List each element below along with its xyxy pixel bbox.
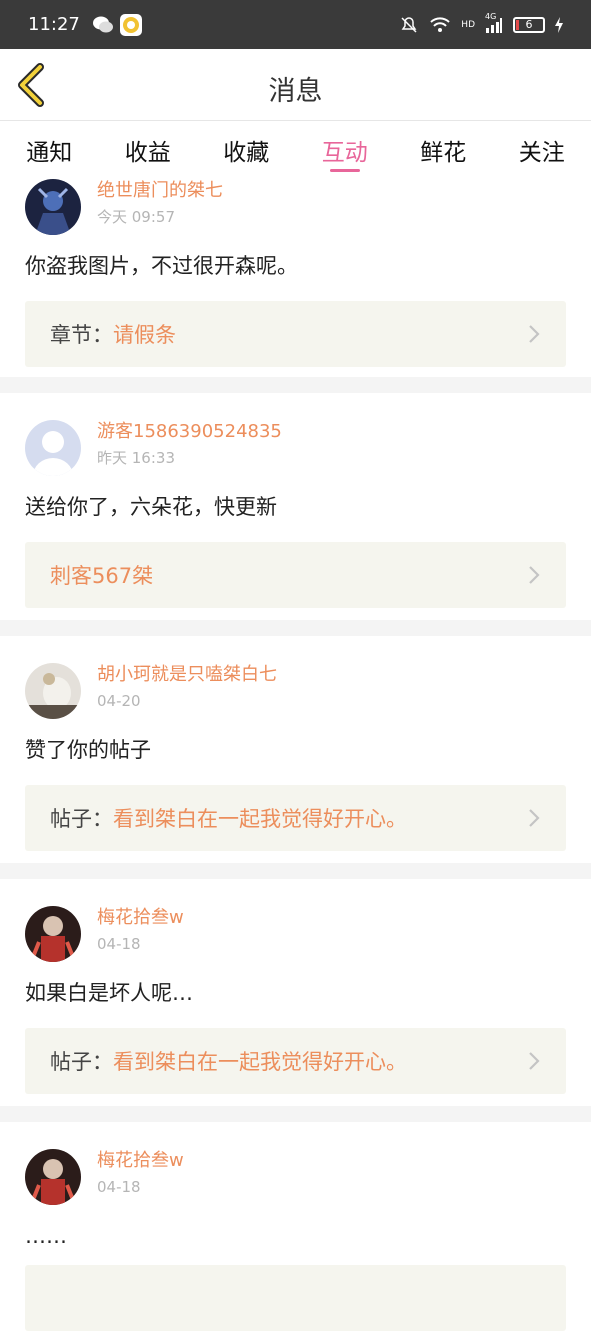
message-text: 如果白是坏人呢… xyxy=(25,978,566,1008)
avatar[interactable] xyxy=(25,1149,81,1205)
battery-icon: 6 xyxy=(513,17,545,33)
list-item: 绝世唐门的桀七 今天 09:57 你盗我图片，不过很开森呢。 章节： 请假条 xyxy=(0,177,591,377)
tab-earnings[interactable]: 收益 xyxy=(99,121,198,177)
reference-title: 看到桀白在一起我觉得好开心。 xyxy=(113,803,407,833)
message-text: 送给你了，六朵花，快更新 xyxy=(25,492,566,522)
chevron-right-icon xyxy=(527,807,541,829)
app-notification-icon xyxy=(120,14,142,36)
avatar[interactable] xyxy=(25,663,81,719)
reference-type: 章节： xyxy=(50,319,113,349)
tab-favorites[interactable]: 收藏 xyxy=(197,121,296,177)
divider xyxy=(0,863,591,879)
list-item: 梅花拾叁w 04-18 如果白是坏人呢… 帖子： 看到桀白在一起我觉得好开心。 xyxy=(0,879,591,1106)
message-list: 绝世唐门的桀七 今天 09:57 你盗我图片，不过很开森呢。 章节： 请假条 游… xyxy=(0,177,591,1282)
reference-link[interactable]: 刺客567桀 xyxy=(25,542,566,608)
chevron-right-icon xyxy=(527,1050,541,1072)
divider xyxy=(0,620,591,636)
reference-title: 请假条 xyxy=(113,319,176,349)
tab-interactions[interactable]: 互动 xyxy=(296,121,395,177)
tab-notifications[interactable]: 通知 xyxy=(0,121,99,177)
status-bar: 11:27 HD 4G 6 xyxy=(0,0,591,49)
timestamp: 04-20 xyxy=(97,690,277,712)
signal-icon: 4G xyxy=(485,16,503,34)
list-item: 游客1586390524835 昨天 16:33 送给你了，六朵花，快更新 刺客… xyxy=(0,393,591,620)
message-text: 你盗我图片，不过很开森呢。 xyxy=(25,251,566,281)
reference-link[interactable] xyxy=(25,1265,566,1331)
status-time: 11:27 xyxy=(28,14,80,35)
charging-icon xyxy=(555,17,563,33)
network-type: 4G xyxy=(485,12,496,21)
list-item: 胡小珂就是只嗑桀白七 04-20 赞了你的帖子 帖子： 看到桀白在一起我觉得好开… xyxy=(0,636,591,863)
status-right: HD 4G 6 xyxy=(399,15,563,35)
reference-link[interactable]: 帖子： 看到桀白在一起我觉得好开心。 xyxy=(25,785,566,851)
reference-link[interactable]: 帖子： 看到桀白在一起我觉得好开心。 xyxy=(25,1028,566,1094)
divider xyxy=(0,377,591,393)
page-title: 消息 xyxy=(0,69,591,108)
divider xyxy=(0,1106,591,1122)
username[interactable]: 胡小珂就是只嗑桀白七 xyxy=(97,663,277,687)
chevron-right-icon xyxy=(527,564,541,586)
hd-label: HD xyxy=(461,20,475,30)
username[interactable]: 游客1586390524835 xyxy=(97,420,282,444)
reference-type: 帖子： xyxy=(50,803,113,833)
tab-bar: 通知 收益 收藏 互动 鲜花 关注 xyxy=(0,121,591,177)
header-bar: 消息 xyxy=(0,49,591,121)
wifi-icon xyxy=(429,16,451,34)
reference-title: 刺客567桀 xyxy=(50,560,153,590)
username[interactable]: 梅花拾叁w xyxy=(97,1149,184,1173)
reference-link[interactable]: 章节： 请假条 xyxy=(25,301,566,367)
username[interactable]: 绝世唐门的桀七 xyxy=(97,179,223,203)
message-text: …… xyxy=(25,1221,566,1251)
message-text: 赞了你的帖子 xyxy=(25,735,566,765)
timestamp: 04-18 xyxy=(97,1176,184,1198)
tab-following[interactable]: 关注 xyxy=(493,121,591,177)
avatar[interactable] xyxy=(25,420,81,476)
mute-bell-icon xyxy=(399,15,419,35)
timestamp: 今天 09:57 xyxy=(97,206,223,228)
reference-title: 看到桀白在一起我觉得好开心。 xyxy=(113,1046,407,1076)
chevron-right-icon xyxy=(527,323,541,345)
list-item: 梅花拾叁w 04-18 …… xyxy=(0,1122,591,1282)
reference-type: 帖子： xyxy=(50,1046,113,1076)
timestamp: 昨天 16:33 xyxy=(97,447,282,469)
username[interactable]: 梅花拾叁w xyxy=(97,906,184,930)
battery-level: 6 xyxy=(526,18,533,31)
avatar[interactable] xyxy=(25,906,81,962)
avatar[interactable] xyxy=(25,179,81,235)
wechat-icon xyxy=(92,14,114,36)
tab-flowers[interactable]: 鲜花 xyxy=(394,121,493,177)
timestamp: 04-18 xyxy=(97,933,184,955)
notification-icons xyxy=(92,14,142,36)
